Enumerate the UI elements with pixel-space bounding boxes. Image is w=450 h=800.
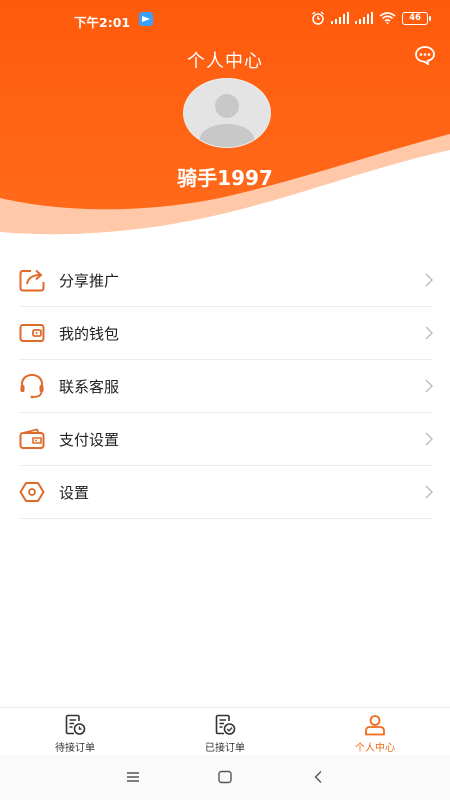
app-notification-icon (139, 12, 153, 26)
headset-icon (20, 373, 44, 399)
avatar[interactable] (183, 78, 271, 148)
wifi-icon (379, 12, 396, 24)
menu-item-share[interactable]: 分享推广 (19, 254, 433, 307)
status-time: 下午2:01 (74, 15, 131, 30)
wallet-icon (19, 324, 45, 342)
bottom-tab-bar: 待接订单 已接订单 个人中心 (0, 707, 450, 756)
settings-hexagon-icon (19, 482, 45, 502)
tab-accepted-orders[interactable]: 已接订单 (150, 708, 300, 756)
tab-label: 个人中心 (355, 743, 395, 754)
chevron-right-icon (425, 326, 433, 340)
menu-item-label: 联系客服 (59, 377, 120, 396)
home-icon[interactable] (215, 768, 235, 786)
menu-item-payment-settings[interactable]: 支付设置 (19, 413, 433, 466)
alarm-icon (312, 11, 324, 25)
menu-item-label: 支付设置 (59, 430, 120, 449)
battery-icon: 46 (402, 11, 431, 25)
username: 骑手1997 (177, 166, 273, 190)
person-icon (365, 715, 385, 736)
signal-icon (331, 12, 349, 24)
default-avatar-icon (184, 79, 270, 147)
share-icon (19, 269, 45, 292)
menu-list: 分享推广 我的钱包 联系客服 支付设置 设置 (19, 254, 433, 519)
back-icon[interactable] (309, 768, 329, 786)
menu-item-customer-service[interactable]: 联系客服 (19, 360, 433, 413)
menu-item-label: 设置 (59, 483, 90, 502)
signal-icon-2 (355, 12, 373, 24)
chevron-right-icon (425, 485, 433, 499)
chevron-right-icon (425, 432, 433, 446)
tab-label: 待接订单 (55, 743, 95, 754)
tab-pending-orders[interactable]: 待接订单 (0, 708, 150, 756)
system-nav-bar (0, 755, 450, 800)
tab-profile[interactable]: 个人中心 (300, 708, 450, 756)
page-title: 个人中心 (187, 51, 263, 72)
menu-item-wallet[interactable]: 我的钱包 (19, 307, 433, 360)
profile-header: 下午2:01 46 个人中心 骑手1997 (0, 0, 450, 250)
status-bar: 下午2:01 46 (0, 0, 450, 38)
menu-icon[interactable] (123, 768, 143, 786)
menu-item-label: 分享推广 (59, 271, 120, 290)
payment-wallet-icon (19, 428, 45, 449)
order-clock-icon (65, 714, 86, 735)
menu-item-label: 我的钱包 (59, 324, 120, 343)
tab-label: 已接订单 (205, 743, 245, 754)
menu-item-settings[interactable]: 设置 (19, 466, 433, 519)
chevron-right-icon (425, 379, 433, 393)
chevron-right-icon (425, 273, 433, 287)
message-icon[interactable] (414, 45, 436, 65)
order-check-icon (215, 714, 236, 735)
